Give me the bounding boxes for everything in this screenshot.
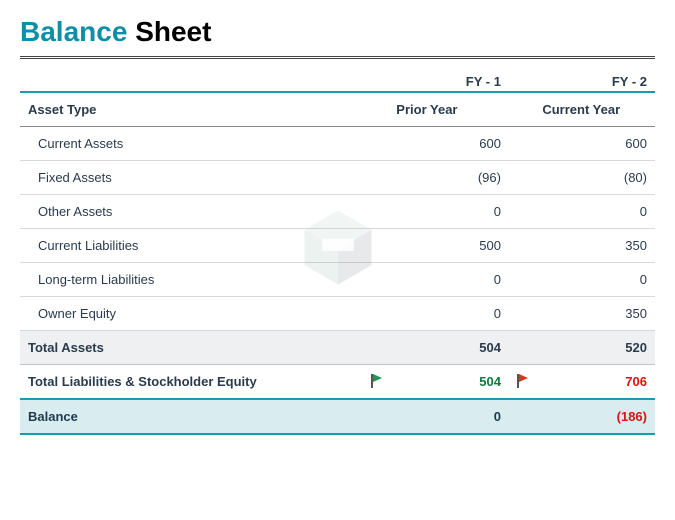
row-current: 0 bbox=[534, 195, 655, 229]
flag-green-icon bbox=[370, 374, 382, 386]
row-label: Current Assets bbox=[20, 127, 363, 161]
row-prior: 0 bbox=[388, 263, 509, 297]
title-rest: Sheet bbox=[135, 16, 211, 47]
table-row: Other Assets 0 0 bbox=[20, 195, 655, 229]
balance-prior: 0 bbox=[388, 399, 509, 434]
fy-header-row: FY - 1 FY - 2 bbox=[20, 65, 655, 92]
current-year-heading: Current Year bbox=[534, 92, 655, 127]
row-current: 0 bbox=[534, 263, 655, 297]
row-current: 350 bbox=[534, 297, 655, 331]
balance-row: Balance 0 (186) bbox=[20, 399, 655, 434]
total-assets-label: Total Assets bbox=[20, 331, 363, 365]
total-equity-prior: 504 bbox=[388, 365, 509, 400]
row-label: Current Liabilities bbox=[20, 229, 363, 263]
prior-year-heading: Prior Year bbox=[388, 92, 509, 127]
total-equity-row: Total Liabilities & Stockholder Equity 5… bbox=[20, 365, 655, 400]
total-assets-row: Total Assets 504 520 bbox=[20, 331, 655, 365]
row-current: 600 bbox=[534, 127, 655, 161]
table-row: Fixed Assets (96) (80) bbox=[20, 161, 655, 195]
title-accent: Balance bbox=[20, 16, 127, 47]
table-row: Owner Equity 0 350 bbox=[20, 297, 655, 331]
row-label: Other Assets bbox=[20, 195, 363, 229]
table-row: Current Assets 600 600 bbox=[20, 127, 655, 161]
total-assets-prior: 504 bbox=[388, 331, 509, 365]
fy1-label: FY - 1 bbox=[388, 65, 509, 92]
total-equity-label: Total Liabilities & Stockholder Equity bbox=[20, 365, 363, 400]
total-assets-current: 520 bbox=[534, 331, 655, 365]
row-current: 350 bbox=[534, 229, 655, 263]
balance-label: Balance bbox=[20, 399, 363, 434]
page-title: Balance Sheet bbox=[20, 16, 655, 48]
flag-red-icon bbox=[516, 374, 528, 386]
total-equity-current: 706 bbox=[534, 365, 655, 400]
row-prior: 0 bbox=[388, 195, 509, 229]
row-label: Fixed Assets bbox=[20, 161, 363, 195]
column-header-row: Asset Type Prior Year Current Year bbox=[20, 92, 655, 127]
balance-current: (186) bbox=[534, 399, 655, 434]
row-label: Owner Equity bbox=[20, 297, 363, 331]
fy2-label: FY - 2 bbox=[534, 65, 655, 92]
row-prior: 0 bbox=[388, 297, 509, 331]
table-row: Current Liabilities 500 350 bbox=[20, 229, 655, 263]
row-prior: (96) bbox=[388, 161, 509, 195]
table-row: Long-term Liabilities 0 0 bbox=[20, 263, 655, 297]
balance-sheet-table: FY - 1 FY - 2 Asset Type Prior Year Curr… bbox=[20, 65, 655, 435]
row-prior: 500 bbox=[388, 229, 509, 263]
title-rule bbox=[20, 56, 655, 59]
row-prior: 600 bbox=[388, 127, 509, 161]
row-label: Long-term Liabilities bbox=[20, 263, 363, 297]
row-current: (80) bbox=[534, 161, 655, 195]
asset-type-heading: Asset Type bbox=[20, 92, 363, 127]
